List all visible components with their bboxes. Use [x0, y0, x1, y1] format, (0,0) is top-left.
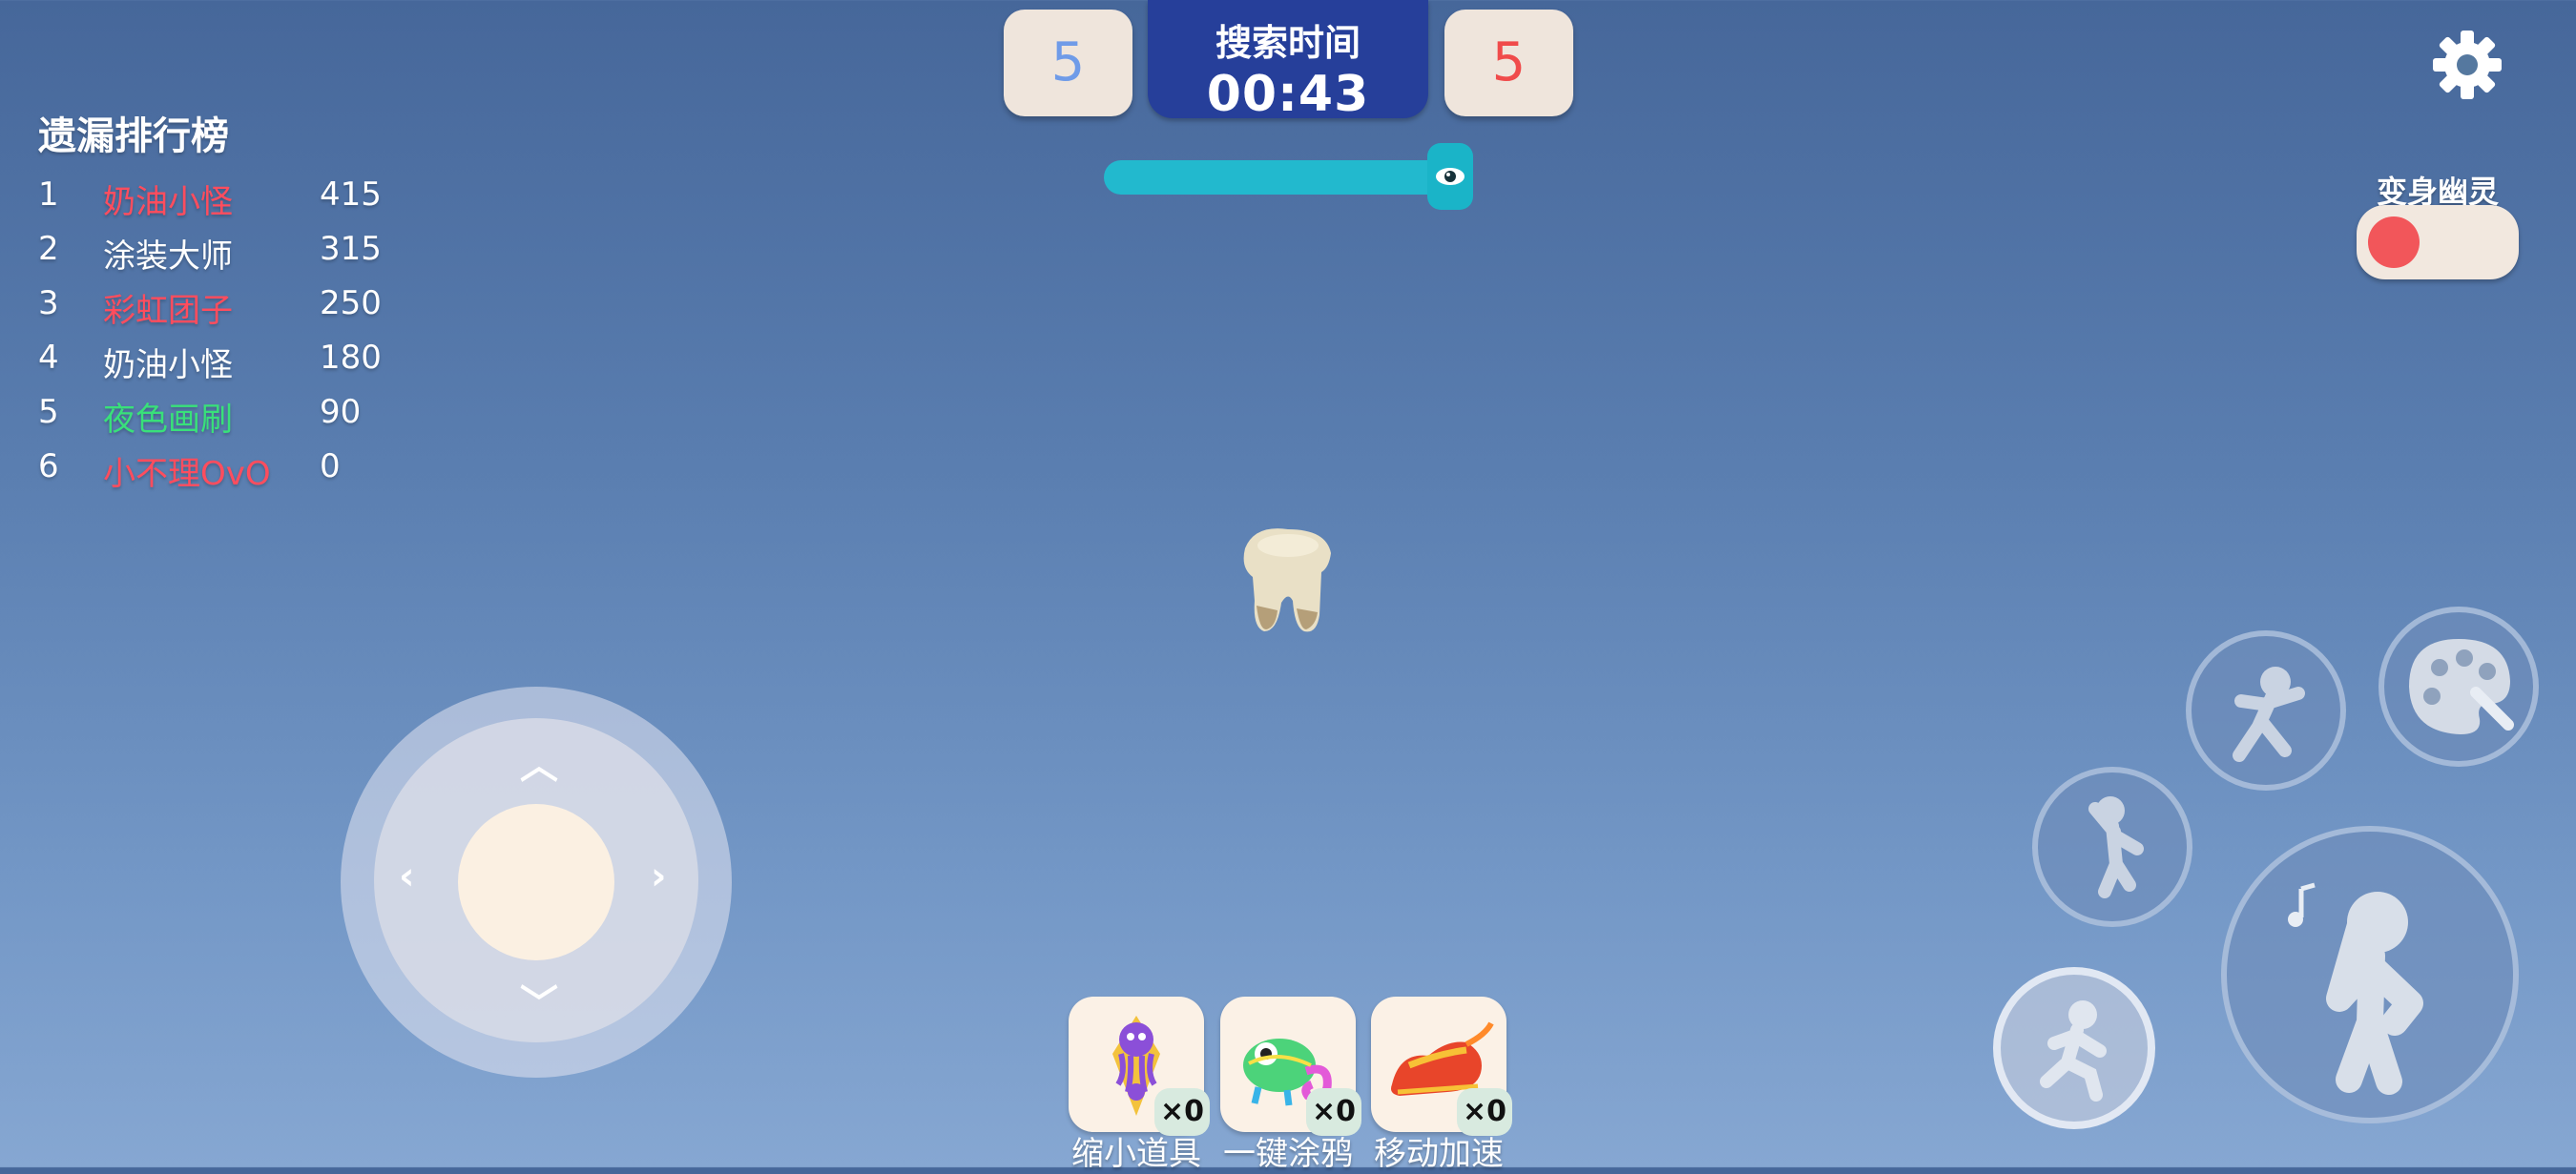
player-score: 0: [320, 447, 341, 485]
timer-label: 搜索时间: [1215, 22, 1361, 64]
chevron-left-icon: ‹: [399, 855, 415, 898]
player-score: 90: [320, 393, 362, 431]
emote-icon: [2288, 882, 2423, 1095]
team-blue-score: 5: [1004, 10, 1132, 116]
rank: 6: [38, 447, 59, 485]
player-name: 奶油小怪: [103, 183, 233, 221]
player-name: 夜色画刷: [103, 401, 233, 439]
item-speed-button[interactable]: ×0: [1371, 997, 1512, 1136]
chevron-down-icon: ﹀: [520, 982, 558, 1026]
player-name: 奶油小怪: [103, 346, 233, 384]
rank: 1: [38, 175, 59, 214]
leaderboard-title: 遗漏排行榜: [38, 114, 229, 158]
player-name: 彩虹团子: [103, 292, 233, 330]
team-red-score: 5: [1444, 10, 1573, 116]
emote-button[interactable]: [2221, 826, 2519, 1123]
search-timer: 搜索时间 00:43: [1148, 0, 1428, 123]
player-score: 415: [320, 175, 382, 214]
rank: 2: [38, 230, 59, 268]
gear-icon[interactable]: [2431, 29, 2503, 101]
run-icon: [2040, 1000, 2107, 1102]
rank: 4: [38, 339, 59, 377]
chevron-up-icon: ︿: [520, 744, 558, 788]
player-name: 涂装大师: [103, 237, 233, 276]
leaderboard-row: 5 夜色画刷 90: [38, 387, 439, 442]
paint-palette-icon: [2409, 639, 2514, 734]
search-progress-bar: [1104, 160, 1457, 195]
leaderboard-row: 4 奶油小怪 180: [38, 333, 439, 387]
player-score: 180: [320, 339, 382, 377]
dance-button[interactable]: [2186, 630, 2346, 791]
paint-button[interactable]: [2379, 607, 2539, 767]
toggle-knob[interactable]: [2368, 216, 2420, 268]
rank: 3: [38, 284, 59, 322]
dance-icon: [2233, 667, 2305, 762]
jump-button[interactable]: [2032, 767, 2192, 927]
leaderboard-row: 6 小不理OvO 0: [38, 442, 439, 496]
leaderboard: 遗漏排行榜 1 奶油小怪 415 2 涂装大师 315 3 彩虹团子 250 4…: [38, 105, 439, 496]
player-character: [1236, 525, 1340, 634]
leaderboard-row: 1 奶油小怪 415: [38, 170, 439, 224]
jump-icon: [2088, 796, 2144, 898]
item-doodle-button[interactable]: ×0: [1220, 997, 1361, 1136]
player-score: 250: [320, 284, 382, 322]
timer-value: 00:43: [1206, 66, 1370, 123]
item-shrink-button[interactable]: ×0: [1069, 997, 1210, 1136]
rank: 5: [38, 393, 59, 431]
player-score: 315: [320, 230, 382, 268]
leaderboard-row: 2 涂装大师 315: [38, 224, 439, 278]
player-name: 小不理OvO: [103, 455, 271, 493]
run-button[interactable]: [1993, 967, 2155, 1129]
joystick-knob[interactable]: [458, 804, 614, 960]
eye-icon: [1427, 143, 1473, 210]
ghost-toggle[interactable]: [2357, 205, 2519, 279]
leaderboard-row: 3 彩虹团子 250: [38, 278, 439, 333]
chevron-right-icon: ›: [651, 855, 667, 898]
